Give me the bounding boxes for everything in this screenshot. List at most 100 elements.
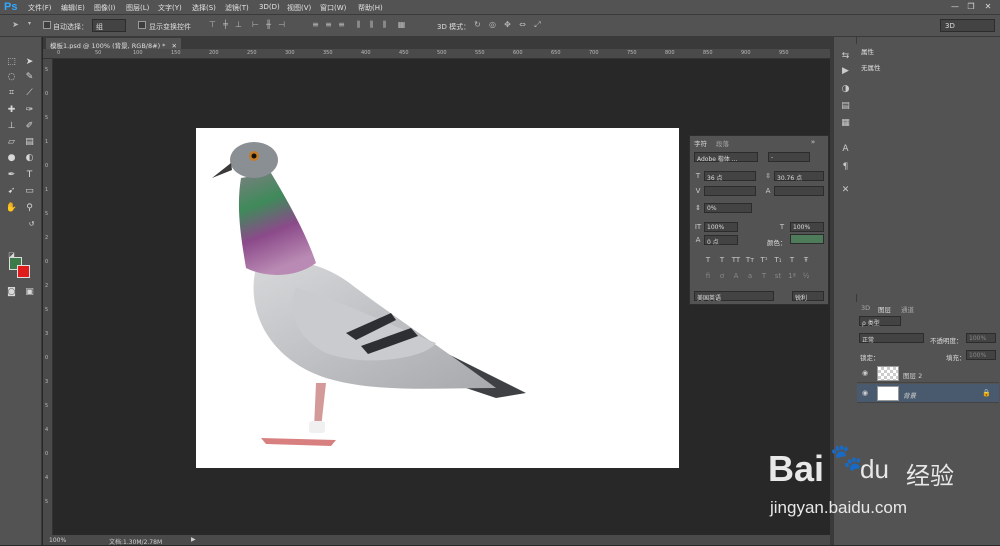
actions-panel-icon[interactable]: ▶ bbox=[839, 65, 852, 78]
swash-icon[interactable]: A bbox=[730, 270, 742, 282]
tab-character[interactable]: 字符 bbox=[694, 138, 707, 148]
distribute-vcenter-icon[interactable]: ≡ bbox=[323, 20, 334, 31]
3d-pan-icon[interactable]: ✥ bbox=[502, 20, 513, 31]
auto-select-dropdown[interactable]: 组 bbox=[92, 19, 126, 32]
tools-panel-icon[interactable]: ✕ bbox=[839, 184, 852, 197]
tool-preset-dropdown-icon[interactable]: ▾ bbox=[24, 20, 35, 31]
superscript-icon[interactable]: T¹ bbox=[758, 254, 770, 266]
auto-align-icon[interactable]: ▦ bbox=[396, 20, 407, 31]
distribute-bottom-icon[interactable]: ≡ bbox=[336, 20, 347, 31]
3d-rotate-icon[interactable]: ↻ bbox=[472, 20, 483, 31]
distribute-left-icon[interactable]: ⫼ bbox=[353, 20, 364, 31]
background-color-swatch[interactable] bbox=[17, 265, 30, 278]
tab-paragraph[interactable]: 段落 bbox=[716, 138, 729, 148]
3d-scale-icon[interactable]: ⤢ bbox=[532, 20, 543, 31]
screen-mode-toggle-icon[interactable]: ▣ bbox=[22, 285, 37, 299]
underline-icon[interactable]: T bbox=[786, 254, 798, 266]
swap-colors-icon[interactable]: ↺ bbox=[24, 217, 39, 231]
zoom-level[interactable]: 100% bbox=[49, 537, 66, 544]
blur-tool-icon[interactable]: ● bbox=[4, 151, 19, 165]
anti-alias-dropdown[interactable]: 锐利 bbox=[792, 291, 824, 302]
auto-select-checkbox[interactable] bbox=[43, 21, 51, 29]
alternates-icon[interactable]: a bbox=[744, 270, 756, 282]
layer-row[interactable]: ◉ 背景 🔒 bbox=[857, 384, 999, 403]
type-tool-icon[interactable]: T bbox=[22, 168, 37, 182]
character-panel-icon[interactable]: A bbox=[839, 143, 852, 156]
leading-input[interactable]: 30.76 点 bbox=[774, 171, 824, 182]
contextual-icon[interactable]: st bbox=[772, 270, 784, 282]
horizontal-scale-input[interactable]: 100% bbox=[790, 222, 824, 232]
vertical-scale-input[interactable]: 100% bbox=[704, 222, 738, 232]
all-caps-icon[interactable]: TT bbox=[730, 254, 742, 266]
lasso-tool-icon[interactable]: ◌ bbox=[4, 70, 19, 84]
distribute-top-icon[interactable]: ≡ bbox=[310, 20, 321, 31]
faux-bold-icon[interactable]: T bbox=[702, 254, 714, 266]
layer-filter-dropdown[interactable]: ρ 类型 bbox=[859, 316, 901, 327]
crop-tool-icon[interactable]: ⌗ bbox=[4, 86, 19, 100]
layer-row[interactable]: ◉ 图层 2 bbox=[857, 364, 999, 383]
move-tool-icon[interactable]: ➤ bbox=[10, 20, 21, 31]
align-hcenter-icon[interactable]: ╫ bbox=[263, 20, 274, 31]
fraction-icon[interactable]: ½ bbox=[800, 270, 812, 282]
adjustments-panel-icon[interactable]: ◑ bbox=[839, 83, 852, 96]
brush-tool-icon[interactable]: ✑ bbox=[22, 103, 37, 117]
ligature-icon[interactable]: fi bbox=[702, 270, 714, 282]
history-brush-tool-icon[interactable]: ✐ bbox=[22, 119, 37, 133]
menu-filter[interactable]: 滤镜(T) bbox=[225, 3, 249, 13]
tab-properties[interactable]: 属性 bbox=[861, 46, 874, 56]
eye-icon[interactable]: ◉ bbox=[862, 389, 868, 397]
shape-tool-icon[interactable]: ▭ bbox=[22, 184, 37, 198]
show-transform-checkbox[interactable] bbox=[138, 21, 146, 29]
kerning-input[interactable] bbox=[704, 186, 756, 196]
subscript-icon[interactable]: T₁ bbox=[772, 254, 784, 266]
quick-mask-mode-icon[interactable]: ◙ bbox=[4, 285, 19, 299]
restore-button[interactable]: ❐ bbox=[964, 2, 978, 13]
healing-brush-tool-icon[interactable]: ✚ bbox=[4, 103, 19, 117]
font-style-dropdown[interactable]: - bbox=[768, 152, 810, 162]
font-size-input[interactable]: 36 点 bbox=[704, 171, 756, 182]
scale-input[interactable]: 0% bbox=[704, 203, 752, 213]
paragraph-panel-icon[interactable]: ¶ bbox=[839, 161, 852, 174]
menu-edit[interactable]: 编辑(E) bbox=[61, 3, 85, 13]
distribute-hcenter-icon[interactable]: ⫼ bbox=[366, 20, 377, 31]
quick-select-tool-icon[interactable]: ✎ bbox=[22, 70, 37, 84]
menu-help[interactable]: 帮助(H) bbox=[358, 3, 383, 13]
menu-layer[interactable]: 图层(L) bbox=[126, 3, 149, 13]
menu-view[interactable]: 视图(V) bbox=[287, 3, 311, 13]
eye-icon[interactable]: ◉ bbox=[862, 369, 868, 377]
panel-collapse-icon[interactable]: » bbox=[807, 136, 819, 148]
minimize-button[interactable]: — bbox=[948, 2, 962, 13]
menu-window[interactable]: 窗口(W) bbox=[320, 3, 346, 13]
menu-select[interactable]: 选择(S) bbox=[192, 3, 216, 13]
hand-tool-icon[interactable]: ✋ bbox=[4, 201, 19, 215]
close-window-button[interactable]: ✕ bbox=[981, 2, 995, 13]
text-color-swatch[interactable] bbox=[790, 234, 824, 244]
small-caps-icon[interactable]: Tт bbox=[744, 254, 756, 266]
menu-image[interactable]: 图像(I) bbox=[94, 3, 116, 13]
language-dropdown[interactable]: 美国英语 bbox=[694, 291, 774, 302]
strikethrough-icon[interactable]: Ŧ bbox=[800, 254, 812, 266]
gradient-tool-icon[interactable]: ▤ bbox=[22, 135, 37, 149]
faux-italic-icon[interactable]: T bbox=[716, 254, 728, 266]
menu-file[interactable]: 文件(F) bbox=[28, 3, 52, 13]
align-vcenter-icon[interactable]: ╪ bbox=[220, 20, 231, 31]
move-tool-icon[interactable]: ➤ bbox=[22, 55, 37, 69]
titling-icon[interactable]: T bbox=[758, 270, 770, 282]
opacity-input[interactable]: 100% bbox=[966, 333, 996, 343]
pen-tool-icon[interactable]: ✒ bbox=[4, 168, 19, 182]
status-menu-icon[interactable]: ▶ bbox=[191, 536, 196, 543]
tab-3d[interactable]: 3D bbox=[861, 304, 870, 312]
font-family-dropdown[interactable]: Adobe 楷体 ... bbox=[694, 152, 758, 163]
align-left-icon[interactable]: ⊢ bbox=[250, 20, 261, 31]
align-right-icon[interactable]: ⊣ bbox=[276, 20, 287, 31]
zoom-tool-icon[interactable]: ⚲ bbox=[22, 201, 37, 215]
eyedropper-tool-icon[interactable]: ⟋ bbox=[22, 86, 37, 100]
path-select-tool-icon[interactable]: ➹ bbox=[4, 184, 19, 198]
history-panel-icon[interactable]: ⇆ bbox=[839, 50, 852, 63]
document-canvas[interactable] bbox=[196, 128, 679, 468]
menu-type[interactable]: 文字(Y) bbox=[158, 3, 182, 13]
old-style-icon[interactable]: ơ bbox=[716, 270, 728, 282]
dodge-tool-icon[interactable]: ◐ bbox=[22, 151, 37, 165]
menu-3d[interactable]: 3D(D) bbox=[259, 3, 280, 11]
ordinal-icon[interactable]: 1ª bbox=[786, 270, 798, 282]
